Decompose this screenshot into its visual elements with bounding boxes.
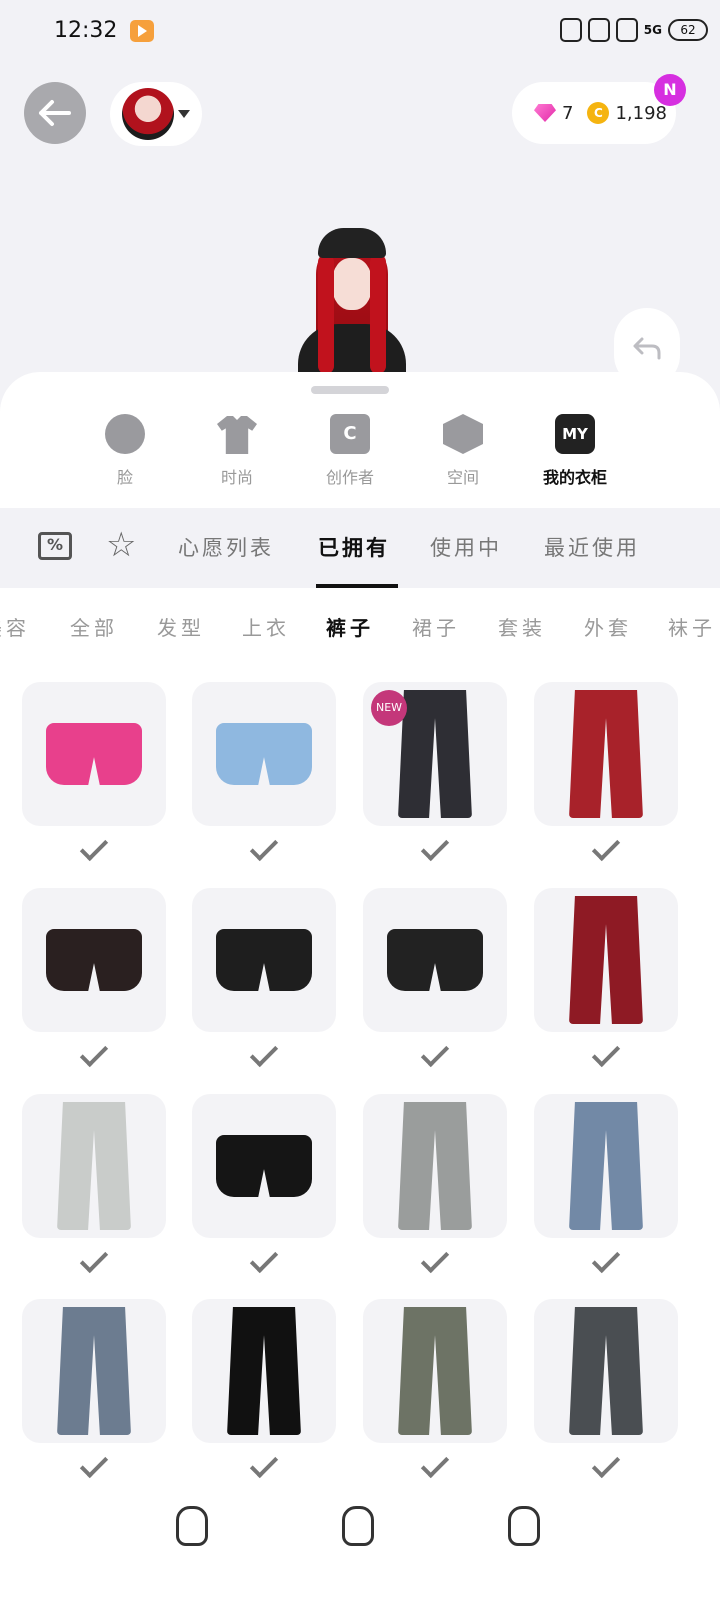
- wardrobe-item-blue-baggy-jeans[interactable]: [534, 1094, 678, 1238]
- wardrobe-item-red-plaid-cargo-pants[interactable]: [534, 682, 678, 826]
- garment-image: [216, 929, 312, 991]
- active-tab-indicator: [316, 584, 398, 588]
- chevron-down-icon: [178, 110, 190, 118]
- new-notification-badge[interactable]: N: [654, 74, 686, 106]
- category-tab-fashion[interactable]: 时尚: [192, 414, 282, 488]
- garment-image: [398, 1307, 472, 1435]
- avatar-preview: [298, 228, 406, 378]
- subtab-hairstyle[interactable]: 发型: [157, 612, 205, 641]
- category-tab-creator[interactable]: C 创作者: [305, 414, 395, 488]
- avatar-switcher[interactable]: [110, 82, 202, 146]
- coin-icon: C: [587, 102, 610, 124]
- bunny-sticker-icon: [508, 1506, 540, 1546]
- category-label: 创作者: [325, 468, 374, 487]
- subtab-outerwear[interactable]: 外套: [584, 612, 632, 641]
- diamond-icon: [534, 104, 556, 122]
- wardrobe-item-light-denim-shorts[interactable]: [192, 682, 336, 826]
- subtab-beauty[interactable]: 美容: [0, 612, 30, 641]
- wardrobe-item-pink-plaid-shorts-with-stockings[interactable]: [22, 682, 166, 826]
- star-icon[interactable]: ☆: [106, 528, 142, 564]
- status-time: 12:32: [54, 18, 118, 43]
- shirt-icon: [217, 416, 257, 454]
- garment-image: [398, 690, 472, 818]
- garment-image: [569, 896, 643, 1024]
- status-icons: 5G 62: [559, 18, 708, 42]
- signal-icon: 5G: [643, 23, 662, 37]
- wardrobe-item-washed-grey-baggy-jeans[interactable]: [363, 1094, 507, 1238]
- subtab-skirts[interactable]: 裙子: [412, 612, 460, 641]
- tab-recently-used[interactable]: 最近使用: [544, 532, 640, 562]
- sheet-drag-handle[interactable]: [311, 386, 389, 394]
- currency-display[interactable]: 7 C 1,198: [512, 82, 676, 144]
- bunny-sticker-icon: [342, 1506, 374, 1546]
- creator-bag-icon: C: [330, 414, 370, 454]
- subtab-all[interactable]: 全部: [70, 612, 118, 641]
- garment-image: [569, 1102, 643, 1230]
- category-tab-my-closet[interactable]: MY 我的衣柜: [530, 414, 620, 488]
- page: { "status_bar": { "time": "12:32", "sign…: [0, 0, 720, 1612]
- status-bar: 12:32 5G 62: [0, 0, 720, 64]
- tab-wishlist[interactable]: 心愿列表: [178, 532, 274, 562]
- tab-owned[interactable]: 已拥有: [318, 532, 390, 562]
- garment-image: [57, 1102, 131, 1230]
- video-app-icon: [130, 20, 154, 42]
- garment-image: [387, 929, 483, 991]
- category-label: 脸: [116, 468, 133, 487]
- subtab-pants[interactable]: 裤子: [326, 612, 374, 641]
- wardrobe-item-spider-print-baggy-jeans[interactable]: [22, 1094, 166, 1238]
- garment-image: [216, 1135, 312, 1197]
- wardrobe-item-grey-washed-flared-jeans[interactable]: [534, 1299, 678, 1443]
- garment-image: [216, 723, 312, 785]
- garment-image: [46, 929, 142, 991]
- new-item-badge: NEW: [371, 690, 407, 726]
- category-tab-space[interactable]: 空间: [418, 414, 508, 488]
- garment-image: [57, 1307, 131, 1435]
- wardrobe-item-black-satin-shorts[interactable]: [22, 888, 166, 1032]
- wardrobe-item-faded-flared-jeans[interactable]: [22, 1299, 166, 1443]
- subtab-tops[interactable]: 上衣: [242, 612, 290, 641]
- battery-icon: 62: [668, 19, 708, 41]
- hourglass-icon: [559, 18, 582, 42]
- my-closet-icon: MY: [555, 414, 595, 454]
- hd-icon: [615, 18, 638, 42]
- coin-count: 1,198: [615, 102, 667, 124]
- bunny-sticker-icon: [176, 1506, 208, 1546]
- garment-image: [569, 690, 643, 818]
- wardrobe-item-black-tiered-ruffle-skort[interactable]: [192, 1094, 336, 1238]
- tab-in-use[interactable]: 使用中: [430, 532, 502, 562]
- garment-image: [569, 1307, 643, 1435]
- face-icon: [105, 414, 145, 454]
- category-label: 时尚: [220, 468, 253, 487]
- garment-image: [46, 723, 142, 785]
- wardrobe-item-red-track-pants[interactable]: [534, 888, 678, 1032]
- undo-icon: [633, 337, 661, 360]
- arrow-left-icon: [39, 100, 71, 126]
- cube-icon: [443, 414, 483, 454]
- back-button[interactable]: [24, 82, 86, 144]
- coupon-icon[interactable]: [38, 532, 72, 560]
- gem-count: 7: [562, 102, 574, 124]
- wardrobe-item-black-ruffle-shorts[interactable]: [363, 888, 507, 1032]
- wardrobe-item-black-flared-pants[interactable]: [192, 1299, 336, 1443]
- avatar: [122, 88, 174, 140]
- category-label: 我的衣柜: [542, 468, 607, 487]
- category-tab-face[interactable]: 脸: [80, 414, 170, 488]
- subtab-socks[interactable]: 袜子: [668, 612, 716, 641]
- category-label: 空间: [446, 468, 479, 487]
- subtab-sets[interactable]: 套装: [498, 612, 546, 641]
- wardrobe-item-wrap-skirt-over-pants[interactable]: [363, 1299, 507, 1443]
- wardrobe-item-dark-flared-jeans[interactable]: NEW: [363, 682, 507, 826]
- wardrobe-item-black-shorts-white-bow[interactable]: [192, 888, 336, 1032]
- notification-icon: [587, 18, 610, 42]
- garment-image: [398, 1102, 472, 1230]
- garment-image: [227, 1307, 301, 1435]
- subcategory-tabs: 美容 全部 发型 上衣 裤子 裙子 套装 外套 袜子: [0, 608, 720, 648]
- category-tabs: 脸 时尚 C 创作者 空间 MY 我的衣柜: [0, 414, 720, 506]
